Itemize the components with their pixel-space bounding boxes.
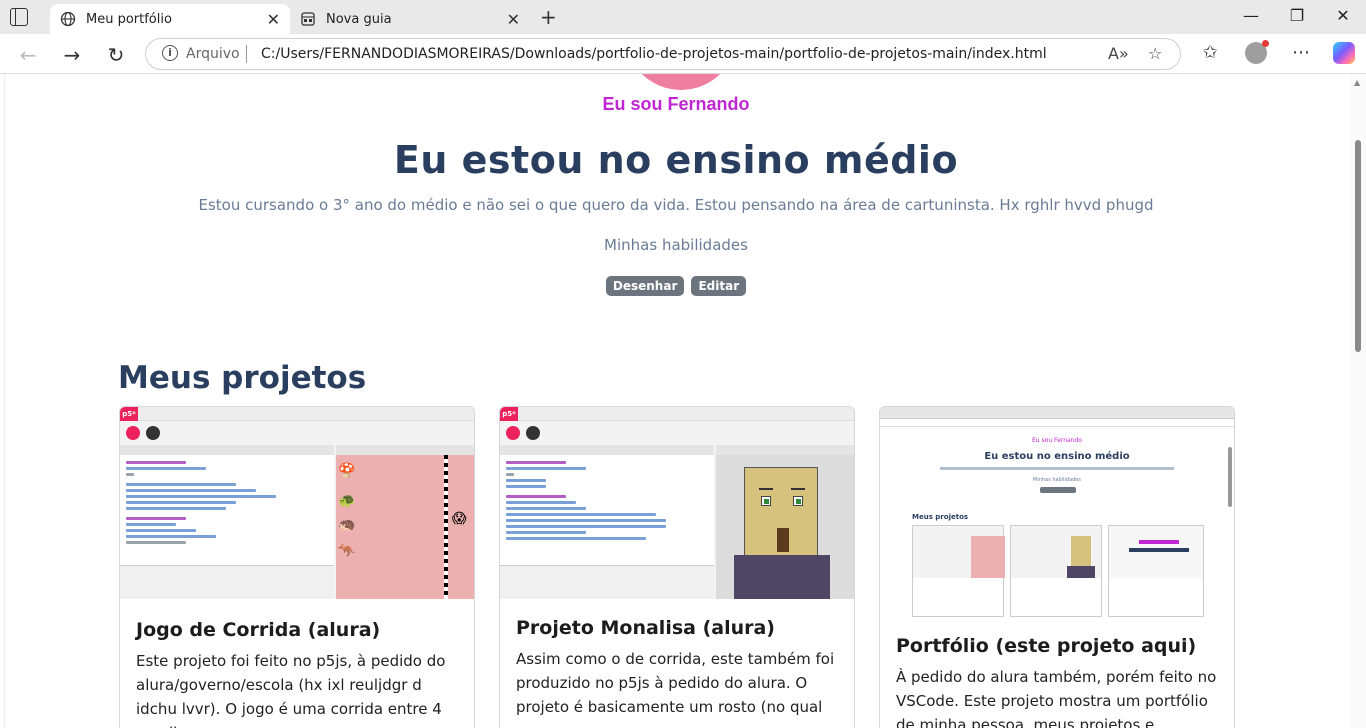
sidebar-toggle-icon[interactable] [10,8,28,26]
tab-title: Nova guia [326,11,392,27]
skill-badge: Editar [691,276,747,296]
mini-greeting: Eu sou Fernando [1032,437,1082,444]
reload-icon[interactable]: ↻ [104,43,128,67]
url-text[interactable]: C:/Users/FERNANDODIASMOREIRAS/Downloads/… [261,46,1047,62]
browser-tab-bar: Meu portfólio ✕ Nova guia ✕ + — ❐ ✕ [0,0,1366,34]
read-aloud-icon[interactable]: A» [1108,44,1129,63]
skills-badges: Desenhar Editar [5,275,1347,296]
page-title: Eu estou no ensino médio [393,138,959,182]
hero-description: Estou cursando o 3° ano do médio e não s… [198,196,1154,214]
greeting: Eu sou Fernando [602,94,750,114]
browser-toolbar: ← → ↻ i Arquivo C:/Users/FERNANDODIASMOR… [0,34,1366,74]
project-screenshot: p5* [500,407,854,599]
project-description: Este projeto foi feito no p5js, à pedido… [136,652,446,728]
project-screenshot: Eu sou Fernando Eu estou no ensino médio… [880,407,1234,617]
favorites-icon[interactable]: ✩ [1198,42,1222,63]
project-title: Projeto Monalisa (alura) [516,617,775,639]
page-scrollbar[interactable]: ▲ [1350,74,1366,728]
forward-icon[interactable]: → [60,43,84,67]
restore-icon[interactable]: ❐ [1287,6,1307,25]
mini-projects-heading: Meus projetos [912,513,969,521]
info-icon[interactable]: i [162,45,178,61]
back-icon[interactable]: ← [16,43,40,67]
close-tab-icon[interactable]: ✕ [507,10,520,29]
newtab-icon [300,11,316,27]
divider [246,45,247,63]
project-card[interactable]: Eu sou Fernando Eu estou no ensino médio… [879,406,1235,728]
profile-avatar[interactable] [1245,40,1269,64]
skills-label: Minhas habilidades [604,236,748,254]
address-bar[interactable]: i Arquivo C:/Users/FERNANDODIASMOREIRAS/… [145,38,1181,70]
project-description: Assim como o de corrida, este também foi… [516,650,835,716]
new-tab-button[interactable]: + [540,5,557,29]
tab-title: Meu portfólio [86,11,172,27]
skill-badge: Desenhar [605,276,685,296]
favorite-star-icon[interactable]: ☆ [1148,44,1162,63]
project-screenshot: p5* 🍄 🐢 🦔 🦘 😱 [120,407,474,599]
copilot-icon[interactable] [1333,42,1355,64]
mini-title: Eu estou no ensino médio [984,451,1130,462]
minimize-icon[interactable]: — [1241,6,1261,25]
projects-heading: Meus projetos [118,360,367,396]
project-description: À pedido do alura também, porém feito no… [896,668,1217,728]
window-close-icon[interactable]: ✕ [1333,6,1353,25]
scrollbar-thumb[interactable] [1355,140,1361,352]
close-tab-icon[interactable]: ✕ [267,10,280,29]
project-card[interactable]: p5* 🍄 🐢 🦔 🦘 😱 Jogo de Corrida (alura) Es… [119,406,475,728]
tab-nova-guia[interactable]: Nova guia ✕ [290,4,530,34]
profile-picture [625,74,737,90]
project-card[interactable]: p5* Projeto Monalisa (alura) Assim como … [499,406,855,728]
mini-skills-label: Minhas habilidades [1033,477,1081,483]
globe-icon [60,11,76,27]
more-menu-icon[interactable]: ⋯ [1289,42,1313,63]
scheme-label: Arquivo [186,46,240,62]
scroll-up-icon[interactable]: ▲ [1354,78,1360,87]
page-viewport: Eu sou Fernando Eu estou no ensino médio… [4,74,1350,728]
tab-meu-portfolio[interactable]: Meu portfólio ✕ [50,4,290,34]
project-title: Jogo de Corrida (alura) [136,619,381,641]
project-title: Portfólio (este projeto aqui) [896,635,1197,657]
